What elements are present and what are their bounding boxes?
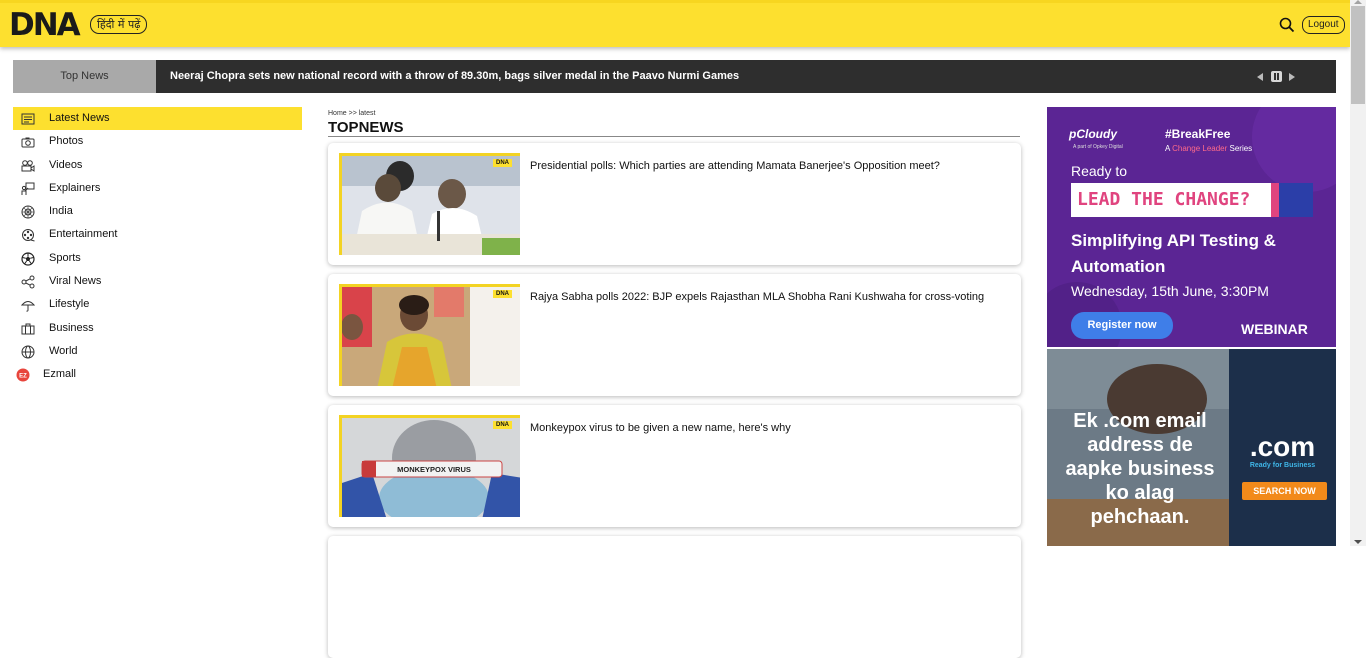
sidebar-item-entertainment[interactable]: Entertainment xyxy=(13,223,302,246)
sidebar-item-business[interactable]: Business xyxy=(13,317,302,340)
ticker-label: Top News xyxy=(13,60,156,93)
breadcrumb[interactable]: Home >> latest xyxy=(328,110,375,117)
ticker-headline[interactable]: Neeraj Chopra sets new national record w… xyxy=(170,60,739,93)
dotcom-domain-ad[interactable]: Ek .com email address de aapke business … xyxy=(1047,349,1336,546)
sidebar-item-label: Ezmall xyxy=(43,368,77,381)
top-header: DNA हिंदी में पढ़ें Logout xyxy=(0,0,1350,47)
sidebar-item-label: World xyxy=(49,344,78,357)
sidebar-item-label: Entertainment xyxy=(49,228,118,241)
sidebar-item-label: Sports xyxy=(49,251,81,264)
sidebar-item-photos[interactable]: Photos xyxy=(13,130,302,153)
register-now-button[interactable]: Register now xyxy=(1071,312,1173,339)
lead-the-change-text: LEAD THE CHANGE? xyxy=(1077,189,1251,210)
search-now-button[interactable]: SEARCH NOW xyxy=(1242,482,1327,500)
article-title[interactable]: Presidential polls: Which parties are at… xyxy=(530,160,940,172)
webinar-label: WEBINAR xyxy=(1241,321,1308,337)
sidebar-item-label: Videos xyxy=(49,158,83,171)
ticker-pause-icon[interactable] xyxy=(1271,71,1282,82)
dotcom-logo: .com xyxy=(1249,431,1316,462)
dna-badge: DNA xyxy=(493,290,512,298)
sidebar-item-label: Latest News xyxy=(49,112,110,124)
sidebar-item-lifestyle[interactable]: Lifestyle xyxy=(13,293,302,316)
ticker-next-icon[interactable] xyxy=(1289,73,1295,81)
sidebar-item-explainers[interactable]: Explainers xyxy=(13,177,302,200)
sidebar-item-ezmall[interactable]: EZ Ezmall xyxy=(13,363,302,386)
article-card[interactable] xyxy=(328,536,1021,658)
presenter-icon xyxy=(21,182,35,195)
article-title[interactable]: Monkeypox virus to be given a new name, … xyxy=(530,422,791,434)
article-card[interactable]: MONKEYPOX VIRUS DNA Monkeypox virus to b… xyxy=(328,405,1021,527)
article-title[interactable]: Rajya Sabha polls 2022: BJP expels Rajas… xyxy=(530,291,984,303)
article-card[interactable]: DNA Rajya Sabha polls 2022: BJP expels R… xyxy=(328,274,1021,396)
sidebar-item-label: Business xyxy=(49,321,94,334)
sidebar-item-sports[interactable]: Sports xyxy=(13,247,302,270)
dotcom-tagline: Ready for Business xyxy=(1249,462,1316,469)
test-tube-label: MONKEYPOX VIRUS xyxy=(397,465,471,474)
video-camera-icon xyxy=(21,159,35,172)
ad-headline: Simplifying API Testing & Automation xyxy=(1071,231,1276,276)
ready-to-text: Ready to xyxy=(1071,163,1128,179)
sidebar-item-world[interactable]: World xyxy=(13,340,302,363)
series-tagline: A Change Leader Series xyxy=(1165,144,1253,153)
pcloudy-webinar-ad[interactable]: pCloudy A part of Opkey Digital #BreakFr… xyxy=(1047,107,1336,347)
dna-badge: DNA xyxy=(493,421,512,429)
webinar-date: Wednesday, 15th June, 3:30PM xyxy=(1071,283,1269,299)
pcloudy-subtitle: A part of Opkey Digital xyxy=(1073,144,1123,150)
sidebar-item-label: Lifestyle xyxy=(49,298,90,311)
dna-logo[interactable]: DNA xyxy=(9,8,81,42)
sidebar-item-label: Viral News xyxy=(49,275,102,288)
hindi-language-button[interactable]: हिंदी में पढ़ें xyxy=(90,15,148,34)
newspaper-icon xyxy=(21,113,35,125)
scroll-up-icon[interactable] xyxy=(1354,0,1362,4)
page-scrollbar[interactable] xyxy=(1350,0,1366,546)
sidebar-item-label: India xyxy=(49,205,73,218)
ezmall-logo-icon: EZ xyxy=(16,368,30,382)
sidebar-item-latest-news[interactable]: Latest News xyxy=(13,107,302,131)
ad-background xyxy=(1047,107,1336,347)
ad-headline: Ek .com email address de aapke business … xyxy=(1065,410,1215,528)
football-icon xyxy=(21,252,35,266)
ashoka-chakra-icon xyxy=(21,205,35,219)
ticker-prev-icon[interactable] xyxy=(1257,73,1263,81)
news-ticker: Top News Neeraj Chopra sets new national… xyxy=(13,60,1336,93)
sidebar-nav: Latest News Photos Videos Explainers Ind… xyxy=(13,107,302,387)
camera-icon xyxy=(21,137,35,148)
briefcase-icon xyxy=(21,323,35,335)
hashtag: #BreakFree xyxy=(1165,127,1231,141)
scroll-thumb[interactable] xyxy=(1351,6,1365,104)
svg-text:EZ: EZ xyxy=(19,374,27,380)
article-thumbnail[interactable]: MONKEYPOX VIRUS DNA xyxy=(339,415,520,517)
article-thumbnail[interactable]: DNA xyxy=(339,284,520,386)
sidebar-item-label: Photos xyxy=(49,135,84,148)
sidebar-item-videos[interactable]: Videos xyxy=(13,154,302,177)
sidebar-item-india[interactable]: India xyxy=(13,200,302,223)
article-thumbnail[interactable]: DNA xyxy=(339,153,520,255)
pcloudy-logo: pCloudy xyxy=(1069,127,1117,141)
article-card[interactable]: DNA Presidential polls: Which parties ar… xyxy=(328,143,1021,265)
globe-icon xyxy=(21,345,35,359)
umbrella-icon xyxy=(21,301,35,312)
sidebar-item-viral-news[interactable]: Viral News xyxy=(13,270,302,293)
scroll-down-icon[interactable] xyxy=(1354,540,1362,544)
logout-button[interactable]: Logout xyxy=(1302,16,1345,34)
page-title: TOPNEWS xyxy=(328,119,1020,137)
dna-badge: DNA xyxy=(493,159,512,167)
share-icon xyxy=(21,275,35,289)
search-icon[interactable] xyxy=(1279,17,1295,33)
film-reel-icon xyxy=(22,229,35,242)
sidebar-item-label: Explainers xyxy=(49,181,101,194)
